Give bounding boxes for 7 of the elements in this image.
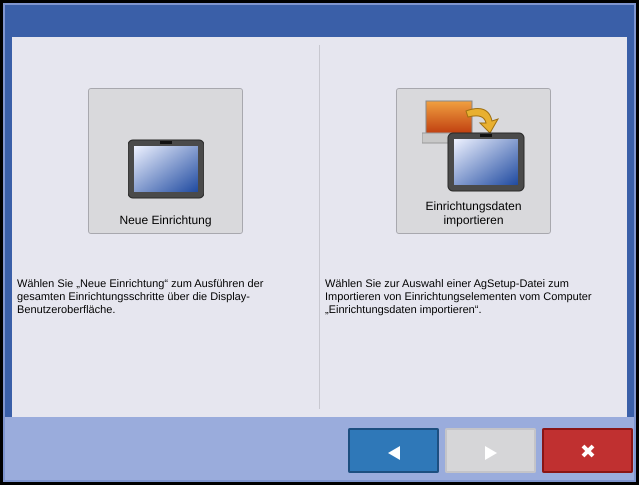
back-button[interactable]	[348, 428, 439, 473]
option-description: Wählen Sie zur Auswahl einer AgSetup-Datei zum Importieren von Einrichtungselementen vom Computer „Einrichtungsdaten importieren“.	[325, 278, 593, 317]
option-tile[interactable]: Einrichtungsdaten importieren	[396, 88, 551, 234]
option-description: Wählen Sie „Neue Einrichtung“ zum Ausführen der gesamten Einrichtungsschritte über die Display-Benutzeroberfläche.	[17, 278, 264, 317]
cancel-button[interactable]	[542, 428, 633, 473]
tablet-icon	[128, 139, 204, 199]
option-tile[interactable]: Neue Einrichtung	[88, 88, 243, 234]
